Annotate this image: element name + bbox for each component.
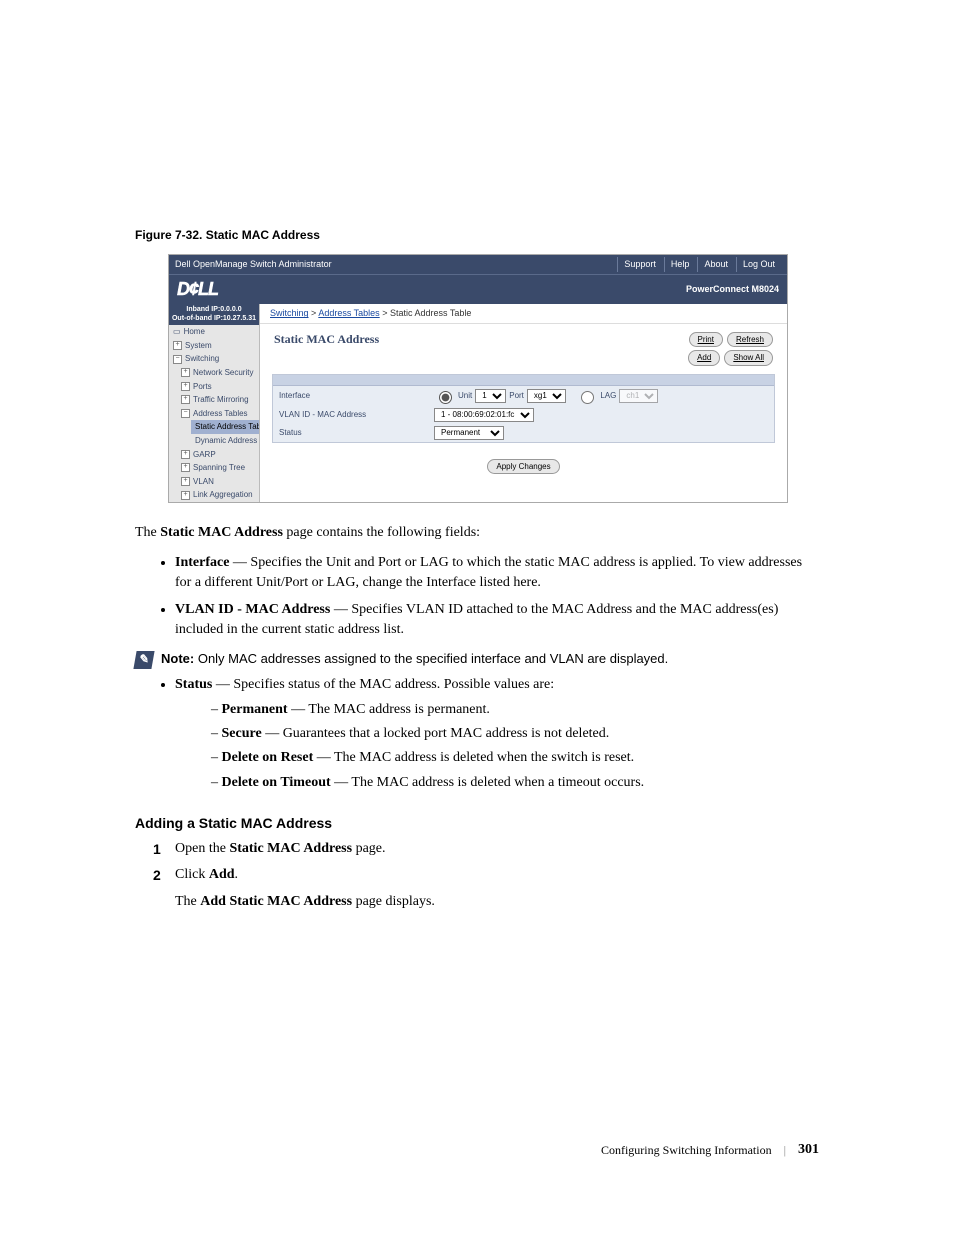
support-link[interactable]: Support xyxy=(617,257,662,272)
logo-bar: D¢LL PowerConnect M8024 xyxy=(169,274,787,305)
help-link[interactable]: Help xyxy=(664,257,696,272)
nav-link-aggregation[interactable]: + Link Aggregation xyxy=(177,488,259,502)
refresh-button[interactable]: Refresh xyxy=(727,332,773,347)
plus-icon: + xyxy=(181,382,190,391)
product-name: PowerConnect M8024 xyxy=(686,284,779,295)
app-title: Dell OpenManage Switch Administrator xyxy=(175,259,332,270)
plus-icon: + xyxy=(181,450,190,459)
titlebar-links: Support Help About Log Out xyxy=(617,257,781,272)
select-status[interactable]: Permanent xyxy=(434,426,504,440)
plus-icon: + xyxy=(181,463,190,472)
label-vlan-mac: VLAN ID - MAC Address xyxy=(279,410,434,420)
nav-home[interactable]: ▭ Home xyxy=(169,325,259,339)
row-status: Status Permanent xyxy=(273,424,774,442)
intro-paragraph: The Static MAC Address page contains the… xyxy=(135,523,819,543)
crumb-switching[interactable]: Switching xyxy=(270,308,309,318)
field-status: Status — Specifies status of the MAC add… xyxy=(175,675,819,792)
logout-link[interactable]: Log Out xyxy=(736,257,781,272)
page-footer: Configuring Switching Information | 301 xyxy=(135,1142,819,1158)
add-button[interactable]: Add xyxy=(688,350,720,365)
label-interface: Interface xyxy=(279,391,434,401)
plus-icon: + xyxy=(173,341,182,350)
nav-system[interactable]: + System xyxy=(169,339,259,353)
row-interface: Interface Unit 1 Port xg1 xyxy=(273,386,774,406)
outofband-ip: Out-of-band IP:10.27.5.31 xyxy=(170,315,258,323)
nav-network-security[interactable]: + Network Security xyxy=(177,366,259,380)
label-lag: LAG xyxy=(600,391,616,401)
select-lag: ch1 xyxy=(619,389,658,403)
window-titlebar: Dell OpenManage Switch Administrator Sup… xyxy=(169,255,787,274)
nav-garp[interactable]: + GARP xyxy=(177,448,259,462)
nav-ports[interactable]: + Ports xyxy=(177,380,259,394)
nav-spanning-tree[interactable]: + Spanning Tree xyxy=(177,461,259,475)
plus-icon: + xyxy=(181,368,190,377)
row-vlan-mac: VLAN ID - MAC Address 1 - 08:00:69:02:01… xyxy=(273,406,774,424)
section-heading: Adding a Static MAC Address xyxy=(135,813,819,833)
footer-separator: | xyxy=(784,1143,786,1158)
select-unit[interactable]: 1 xyxy=(475,389,506,403)
nav-static-address-table[interactable]: Static Address Tab xyxy=(191,420,259,434)
about-link[interactable]: About xyxy=(697,257,734,272)
note-block: ✎ Note: Only MAC addresses assigned to t… xyxy=(135,650,819,669)
apply-changes-button[interactable]: Apply Changes xyxy=(487,459,559,474)
ip-status-box: Inband IP:0.0.0.0 Out-of-band IP:10.27.5… xyxy=(169,304,259,325)
crumb-current: Static Address Table xyxy=(390,308,471,318)
radio-lag[interactable] xyxy=(581,391,594,404)
body-text: The Static MAC Address page contains the… xyxy=(135,523,819,912)
footer-chapter: Configuring Switching Information xyxy=(601,1143,772,1158)
label-port: Port xyxy=(509,391,524,401)
note-icon: ✎ xyxy=(133,651,154,669)
nav-tree: Inband IP:0.0.0.0 Out-of-band IP:10.27.5… xyxy=(169,304,260,502)
select-vlan-mac[interactable]: 1 - 08:00:69:02:01:fc xyxy=(434,408,534,422)
nav-vlan[interactable]: + VLAN xyxy=(177,475,259,489)
minus-icon: − xyxy=(181,409,190,418)
print-button[interactable]: Print xyxy=(689,332,723,347)
inband-ip: Inband IP:0.0.0.0 xyxy=(170,306,258,314)
status-delete-on-timeout: Delete on Timeout — The MAC address is d… xyxy=(211,773,819,793)
plus-icon: + xyxy=(181,477,190,486)
footer-page-number: 301 xyxy=(798,1142,819,1158)
home-icon: ▭ xyxy=(173,327,181,337)
step-1: Open the Static MAC Address page. xyxy=(159,839,819,859)
nav-address-tables[interactable]: − Address Tables xyxy=(177,407,259,421)
form-header-bar xyxy=(273,375,774,386)
page-title: Static MAC Address xyxy=(274,332,379,365)
action-buttons: Print Refresh Add Show All xyxy=(688,332,773,365)
field-vlan-mac: VLAN ID - MAC Address — Specifies VLAN I… xyxy=(175,600,819,641)
label-unit: Unit xyxy=(458,391,472,401)
status-permanent: Permanent — The MAC address is permanent… xyxy=(211,700,819,720)
field-interface: Interface — Specifies the Unit and Port … xyxy=(175,553,819,594)
radio-unit[interactable] xyxy=(439,391,452,404)
app-screenshot: Dell OpenManage Switch Administrator Sup… xyxy=(168,254,788,503)
form-panel: Interface Unit 1 Port xg1 xyxy=(272,374,775,443)
nav-dynamic-address-table[interactable]: Dynamic Address T xyxy=(191,434,259,448)
minus-icon: − xyxy=(173,355,182,364)
figure-caption: Figure 7-32. Static MAC Address xyxy=(135,228,819,242)
crumb-address-tables[interactable]: Address Tables xyxy=(318,308,379,318)
step-2: Click Add. The Add Static MAC Address pa… xyxy=(159,865,819,912)
nav-traffic-mirroring[interactable]: + Traffic Mirroring xyxy=(177,393,259,407)
breadcrumb: Switching > Address Tables > Static Addr… xyxy=(260,304,787,324)
plus-icon: + xyxy=(181,395,190,404)
status-secure: Secure — Guarantees that a locked port M… xyxy=(211,724,819,744)
nav-switching[interactable]: − Switching xyxy=(169,352,259,366)
main-panel: Switching > Address Tables > Static Addr… xyxy=(260,304,787,502)
select-port[interactable]: xg1 xyxy=(527,389,566,403)
showall-button[interactable]: Show All xyxy=(724,350,773,365)
plus-icon: + xyxy=(181,491,190,500)
dell-logo: D¢LL xyxy=(177,279,218,301)
status-delete-on-reset: Delete on Reset — The MAC address is del… xyxy=(211,748,819,768)
label-status: Status xyxy=(279,428,434,438)
